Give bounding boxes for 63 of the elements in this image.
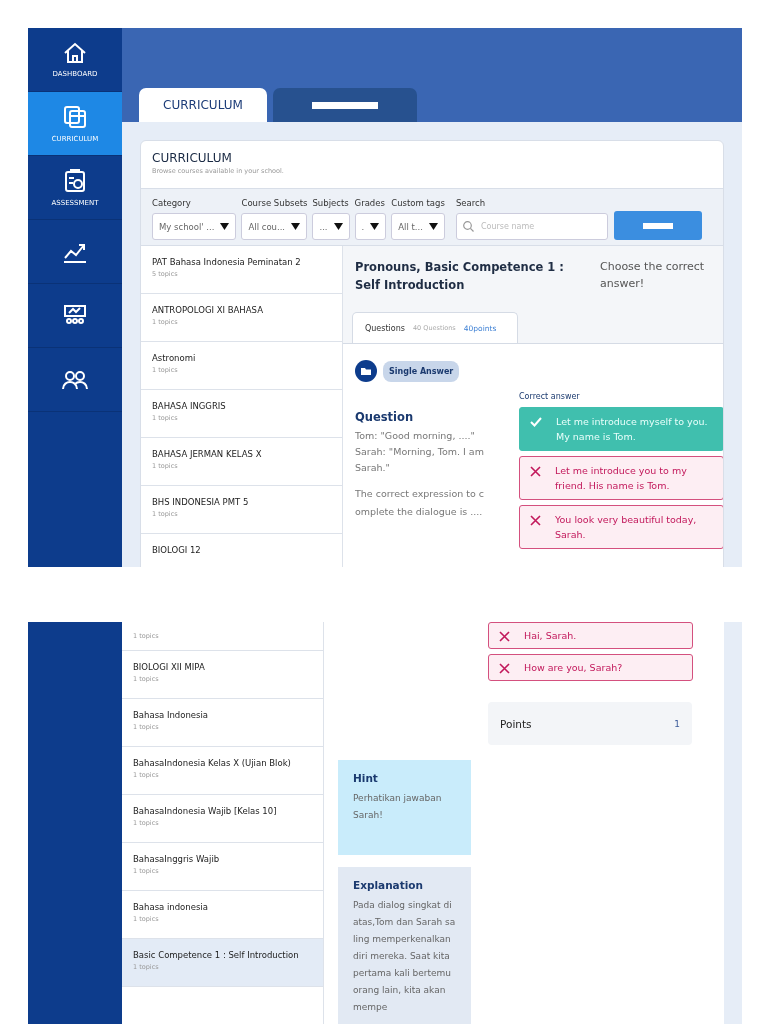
answer-option: How are you, Sarah? [488,654,693,681]
tab[interactable] [273,88,417,122]
filter-label: Custom tags [391,198,445,208]
question-set-title: Pronouns, Basic Competence 1 : Self Introduction [355,259,565,294]
question-dialogue: Tom: "Good morning, ...." Sarah: "Morning, Tom. I am Sarah." [355,429,485,475]
search-button[interactable] [613,211,702,240]
filter-label: Category [152,198,192,208]
check-icon [530,417,542,427]
answer-option: Let me introduce myself to you. My name is Tom. [519,407,723,451]
filter-dropdown[interactable]: All cou... [241,213,308,240]
cross-icon [530,466,541,477]
course-title: ANTROPOLOGI XI BAHASA [152,304,264,316]
search-label: Search [455,198,487,208]
question-heading: Question [355,410,415,424]
home-icon [63,41,87,64]
course-title: Astronomi [152,352,197,364]
clipboard-icon [64,168,86,193]
points-label: Points [500,717,532,730]
tab[interactable]: CURRICULUM [139,88,267,122]
search-field[interactable]: Course name [455,213,608,240]
filter-label: Course Subsets [241,198,308,208]
answer-option: Hai, Sarah. [488,622,693,649]
caret-icon [291,223,301,230]
answer-option: You look very beautiful today, Sarah. [519,505,723,549]
course-title: BahasaIndonesia Wajib [Kelas 10] [133,805,278,817]
filter-dropdown[interactable]: ... [312,213,350,240]
answers-label: Correct answer [519,392,581,401]
hint-text: Perhatikan jawaban Sarah! [353,792,443,822]
explanation-title: Explanation [353,879,424,891]
explanation-text: Pada dialog singkat di atas,Tom dan Sarah saling memperkenalkan diri mereka. Saat kita pertama kali bertemu orang lain, kita akan mempe [353,899,456,1014]
instruction-text: Choose the correct answer! [599,259,706,292]
filter-label: Grades [354,198,386,208]
cross-icon [499,631,510,642]
course-title: BHS INDONESIA PMT 5 [152,496,250,508]
course-title: BIOLOGI XII MIPA [133,661,206,673]
card-title: CURRICULUM [152,151,233,165]
course-title: BahasaInggris Wajib [133,853,221,865]
answer-option: Let me introduce you to my friend. His name is Tom. [519,456,723,500]
filter-dropdown[interactable]: . [354,213,387,240]
course-title: BIOLOGI 12 [152,544,202,556]
question-type-badge: Single Answer [383,360,460,382]
filter-label: Subjects [312,198,350,208]
course-title: Bahasa Indonesia [133,709,210,721]
caret-icon [370,223,380,230]
course-title: BahasaIndonesia Kelas X (Ujian Blok) [133,757,292,769]
caret-icon [333,223,343,230]
people-icon [62,369,88,390]
question-prompt: The correct expression to complete the dialogue is .... [355,487,485,519]
course-title: PAT Bahasa Indonesia Peminatan 2 [152,256,302,268]
points-value: 1 [674,718,680,729]
course-title: Basic Competence 1 : Self Introduction [133,949,300,961]
caret-icon [428,223,438,230]
course-title: BAHASA INGGRIS [152,400,227,412]
book-icon [62,104,88,129]
hint-title: Hint [353,772,379,784]
filter-dropdown[interactable]: All t... [391,213,445,240]
folder-icon [355,360,377,382]
cross-icon [530,515,541,526]
filter-dropdown[interactable]: My school' ... [152,213,237,240]
course-title: BAHASA JERMAN KELAS X [152,448,263,460]
course-title: Bahasa indonesia [133,901,209,913]
cross-icon [499,663,510,674]
caret-icon [220,223,230,230]
